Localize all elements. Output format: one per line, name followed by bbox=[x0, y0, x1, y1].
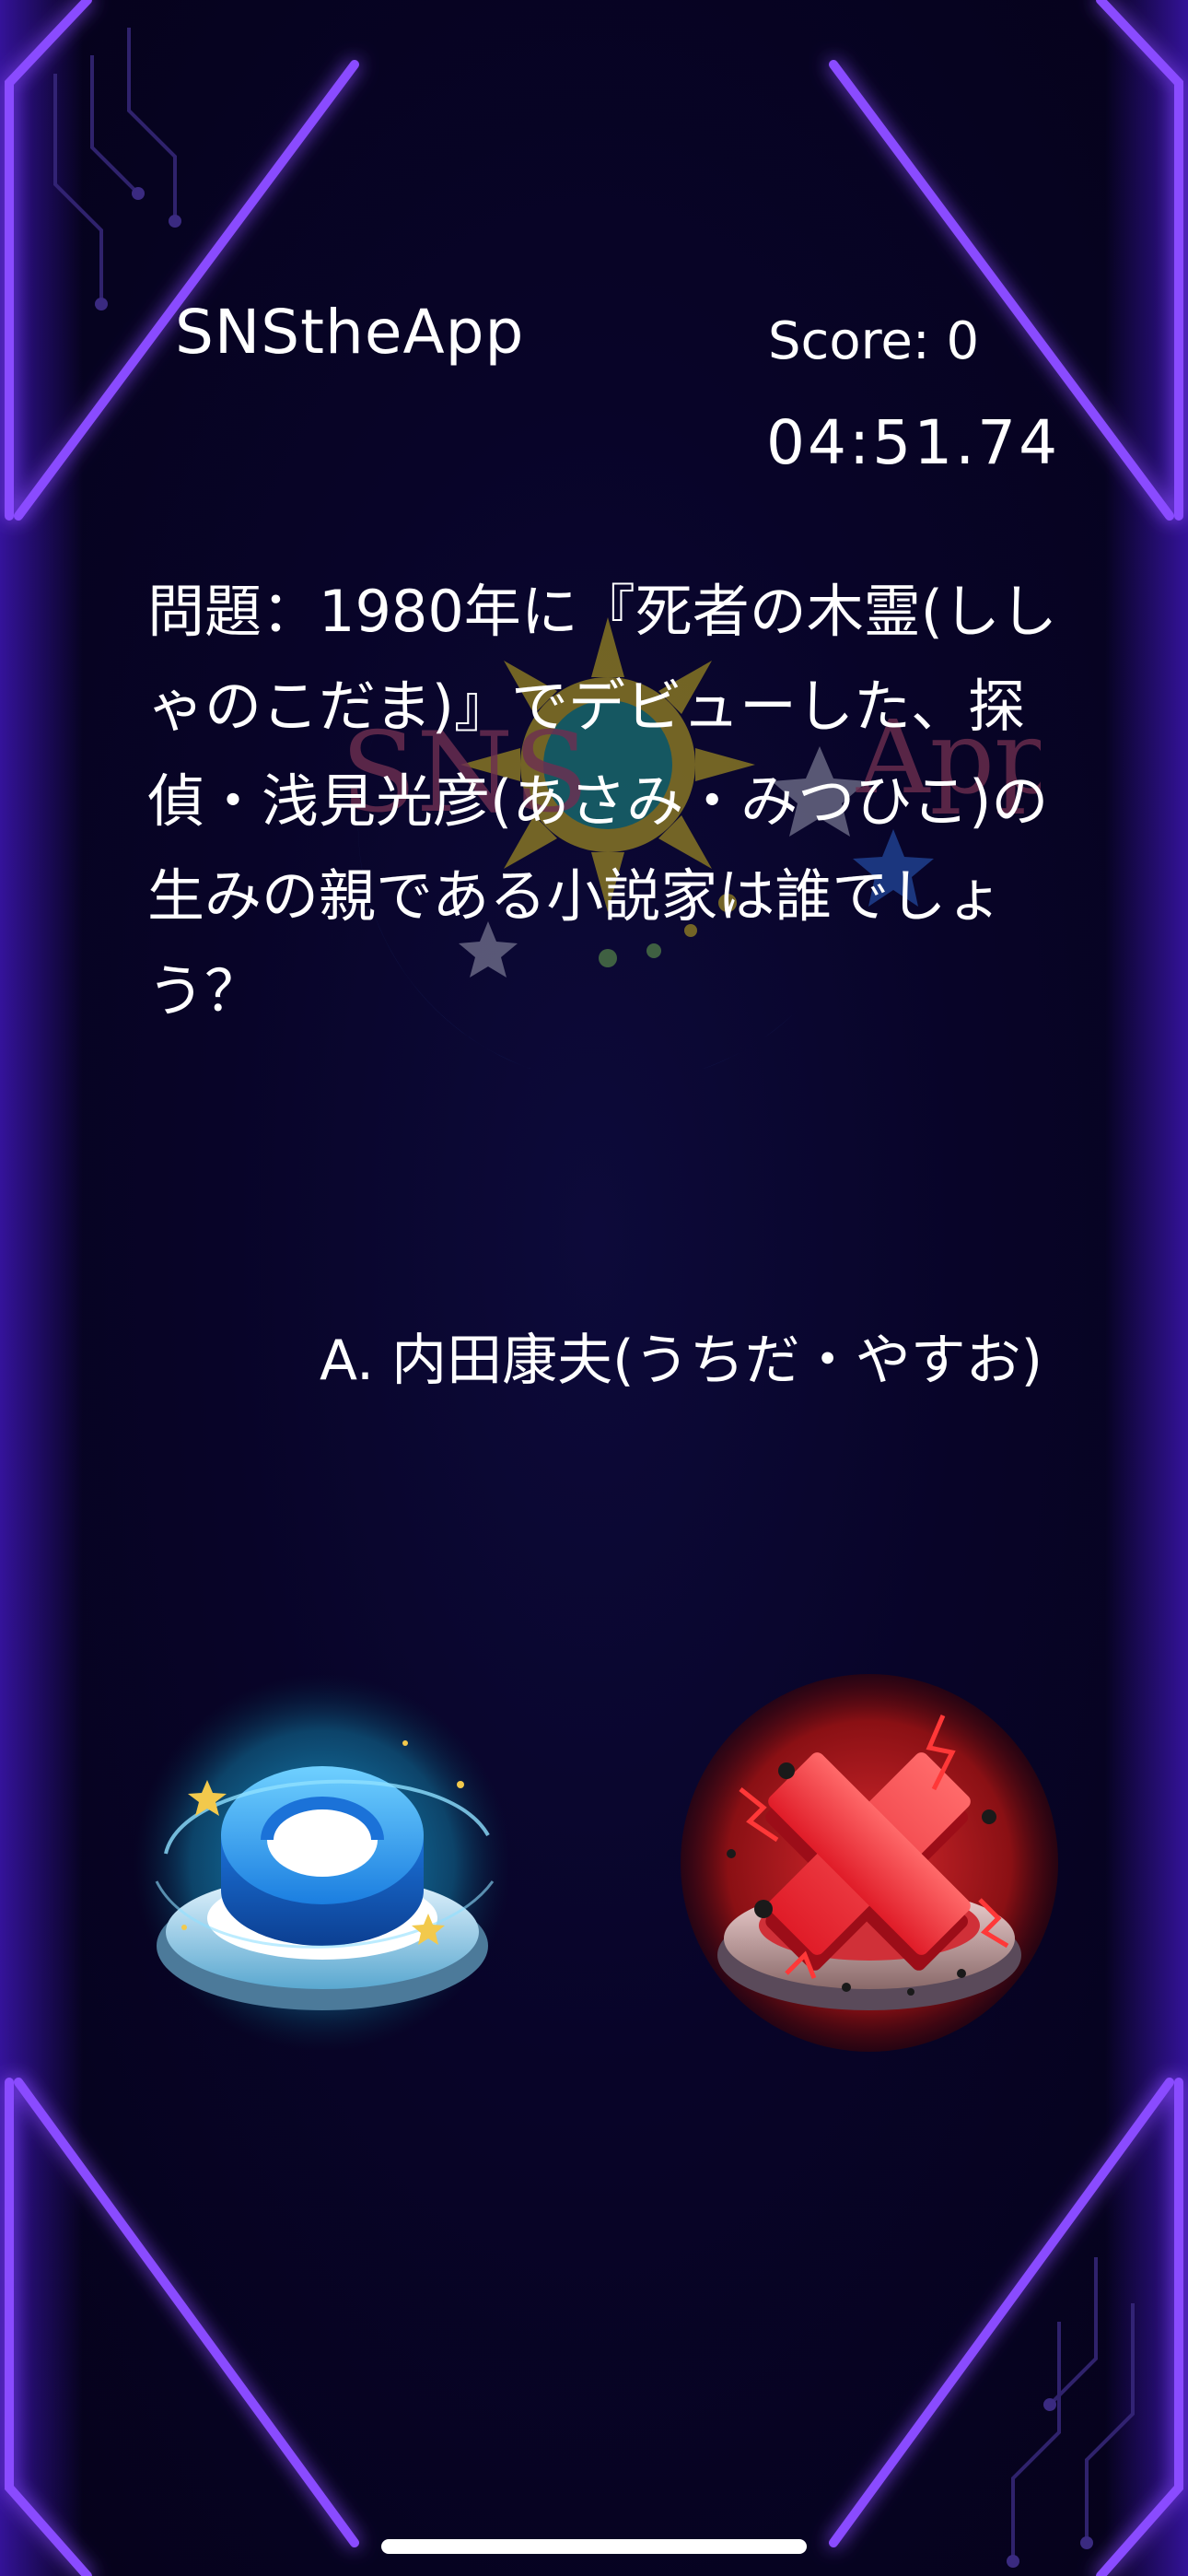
score-label: Score: 0 bbox=[768, 311, 980, 371]
true-circle-button[interactable] bbox=[129, 1669, 516, 2056]
circle-o-icon bbox=[134, 1674, 511, 2052]
neon-frame bbox=[0, 0, 1188, 2576]
question-text: 問題：1980年に『死者の木霊(ししゃのこだま)』でデビューした、探偵・浅見光彦… bbox=[147, 578, 1057, 1025]
app-title: SNStheApp bbox=[175, 297, 525, 368]
home-indicator[interactable] bbox=[381, 2539, 807, 2554]
false-cross-button[interactable] bbox=[676, 1669, 1063, 2056]
answer-text: A. 内田康夫(うちだ・やすお) bbox=[320, 1329, 1042, 1393]
quiz-screen: SNS App SNStheApp Score: 0 04:51.74 問題：1… bbox=[0, 0, 1188, 2576]
countdown-timer: 04:51.74 bbox=[766, 407, 1061, 478]
cross-x-icon bbox=[681, 1674, 1058, 2052]
